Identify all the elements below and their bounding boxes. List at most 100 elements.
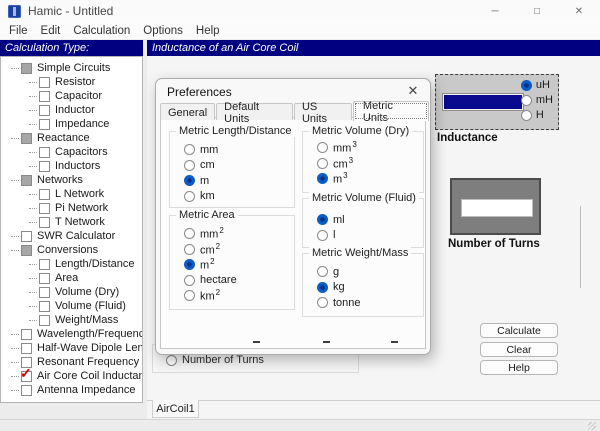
checkbox-icon[interactable] [39, 91, 50, 102]
tree-item-impedance[interactable]: Impedance [1, 117, 142, 131]
calculate-button[interactable]: Calculate [480, 323, 558, 338]
title-bar: Hamic - Untitled ─ □ ✕ [0, 0, 600, 22]
radio-metric-weight-mass-kg[interactable]: kg [317, 280, 423, 296]
checkbox-icon[interactable] [39, 301, 50, 312]
radio-unit-uh[interactable]: uH [521, 79, 553, 91]
tree-item-capacitor[interactable]: Capacitor [1, 89, 142, 103]
checkbox-icon[interactable] [21, 343, 32, 354]
tree-item-wavelength-frequency[interactable]: Wavelength/Frequency [1, 327, 142, 341]
tree-item-l-network[interactable]: L Network [1, 187, 142, 201]
tree-item-antenna-impedance[interactable]: Antenna Impedance [1, 383, 142, 397]
minimize-button[interactable]: ─ [474, 0, 516, 22]
radio-metric-area-mm[interactable]: mm2 [184, 226, 294, 242]
menu-calculation[interactable]: Calculation [73, 25, 130, 37]
tree-item-simple-circuits[interactable]: Simple Circuits [1, 61, 142, 75]
close-button[interactable]: ✕ [558, 0, 600, 22]
radio-unit-h[interactable]: H [521, 109, 553, 121]
radio-metric-area-km[interactable]: km2 [184, 288, 294, 304]
radio-metric-weight-mass-tonne[interactable]: tonne [317, 295, 423, 311]
radio-metric-area-hectare[interactable]: hectare [184, 273, 294, 289]
tree-item-capacitors[interactable]: Capacitors [1, 145, 142, 159]
group-title: Metric Length/Distance [176, 125, 295, 137]
checkbox-icon[interactable] [39, 287, 50, 298]
dialog-title: Preferences [167, 85, 232, 99]
tab-general[interactable]: General [160, 103, 215, 120]
checkbox-icon[interactable] [39, 259, 50, 270]
checkbox-icon[interactable] [21, 245, 32, 256]
tree-item-networks[interactable]: Networks [1, 173, 142, 187]
radio-metric-volume-fluid-ml[interactable]: ml [317, 212, 423, 228]
clipped-button-mark [323, 341, 330, 343]
resize-grip-icon[interactable] [588, 422, 596, 430]
checkbox-icon[interactable] [39, 315, 50, 326]
tree-item-weight-mass[interactable]: Weight/Mass [1, 313, 142, 327]
menu-help[interactable]: Help [196, 25, 220, 37]
tree-item-inductors[interactable]: Inductors [1, 159, 142, 173]
menu-file[interactable]: File [9, 25, 28, 37]
tree-item-volume-dry[interactable]: Volume (Dry) [1, 285, 142, 299]
tree-item-inductor[interactable]: Inductor [1, 103, 142, 117]
maximize-button[interactable]: □ [516, 0, 558, 22]
radio-metric-length-distance-mm[interactable]: mm [184, 142, 294, 158]
radio-metric-area-cm[interactable]: cm2 [184, 242, 294, 258]
group-metric-volume-dry: Metric Volume (Dry)mm3cm3m3 [302, 131, 424, 193]
checkbox-icon[interactable] [39, 77, 50, 88]
radio-metric-length-distance-m[interactable]: m [184, 173, 294, 189]
selected-radio-icon [317, 214, 328, 225]
checkbox-icon[interactable] [39, 217, 50, 228]
number-of-turns-input[interactable] [461, 199, 533, 217]
tree-item-label: Pi Network [55, 202, 108, 214]
tree-item-swr-calculator[interactable]: SWR Calculator [1, 229, 142, 243]
checkbox-icon[interactable] [21, 133, 32, 144]
tree-item-volume-fluid[interactable]: Volume (Fluid) [1, 299, 142, 313]
tree-item-area[interactable]: Area [1, 271, 142, 285]
checkbox-icon[interactable] [39, 147, 50, 158]
radio-metric-weight-mass-g[interactable]: g [317, 264, 423, 280]
radio-metric-length-distance-cm[interactable]: cm [184, 158, 294, 174]
menu-edit[interactable]: Edit [41, 25, 61, 37]
selected-radio-icon [317, 282, 328, 293]
radio-metric-volume-dry-cm[interactable]: cm3 [317, 156, 423, 172]
checkbox-icon[interactable] [21, 329, 32, 340]
checkbox-icon[interactable] [21, 175, 32, 186]
tab-aircoil1[interactable]: AirCoil1 [152, 400, 199, 418]
app-icon [8, 5, 21, 18]
clear-button[interactable]: Clear [480, 342, 558, 357]
tree-item-half-wave-dipole-length[interactable]: Half-Wave Dipole Length [1, 341, 142, 355]
radio-metric-length-distance-km[interactable]: km [184, 189, 294, 205]
help-button[interactable]: Help [480, 360, 558, 375]
checkbox-icon[interactable] [39, 105, 50, 116]
tab-us-units[interactable]: US Units [294, 103, 352, 120]
tree-item-conversions[interactable]: Conversions [1, 243, 142, 257]
tree-item-resistor[interactable]: Resistor [1, 75, 142, 89]
checkbox-icon[interactable] [39, 203, 50, 214]
radio-metric-volume-fluid-l[interactable]: l [317, 228, 423, 244]
radio-icon [184, 191, 195, 202]
checkbox-icon[interactable] [39, 119, 50, 130]
tree-item-length-distance[interactable]: Length/Distance [1, 257, 142, 271]
checkbox-icon[interactable] [39, 189, 50, 200]
tree-item-reactance[interactable]: Reactance [1, 131, 142, 145]
checkbox-icon[interactable] [21, 385, 32, 396]
tree-connector [11, 334, 19, 335]
checked-checkbox-icon[interactable] [21, 371, 32, 382]
menu-bar: File Edit Calculation Options Help [0, 22, 600, 39]
menu-options[interactable]: Options [143, 25, 183, 37]
checkbox-icon[interactable] [39, 161, 50, 172]
checkbox-icon[interactable] [21, 63, 32, 74]
radio-icon [184, 244, 195, 255]
tab-metric-units[interactable]: Metric Units [353, 101, 429, 121]
radio-label: km2 [200, 288, 220, 303]
radio-metric-volume-dry-mm[interactable]: mm3 [317, 140, 423, 156]
tree-item-air-core-coil-inductance[interactable]: Air Core Coil Inductance [1, 369, 142, 383]
checkbox-icon[interactable] [39, 273, 50, 284]
radio-metric-area-m[interactable]: m2 [184, 257, 294, 273]
number-of-turns-radio[interactable]: Number of Turns [166, 354, 264, 366]
tree-item-pi-network[interactable]: Pi Network [1, 201, 142, 215]
tab-default-units[interactable]: Default Units [216, 103, 293, 120]
checkbox-icon[interactable] [21, 231, 32, 242]
tree-item-t-network[interactable]: T Network [1, 215, 142, 229]
radio-unit-mh[interactable]: mH [521, 94, 553, 106]
dialog-close-icon[interactable]: ✕ [405, 83, 421, 99]
radio-metric-volume-dry-m[interactable]: m3 [317, 171, 423, 187]
